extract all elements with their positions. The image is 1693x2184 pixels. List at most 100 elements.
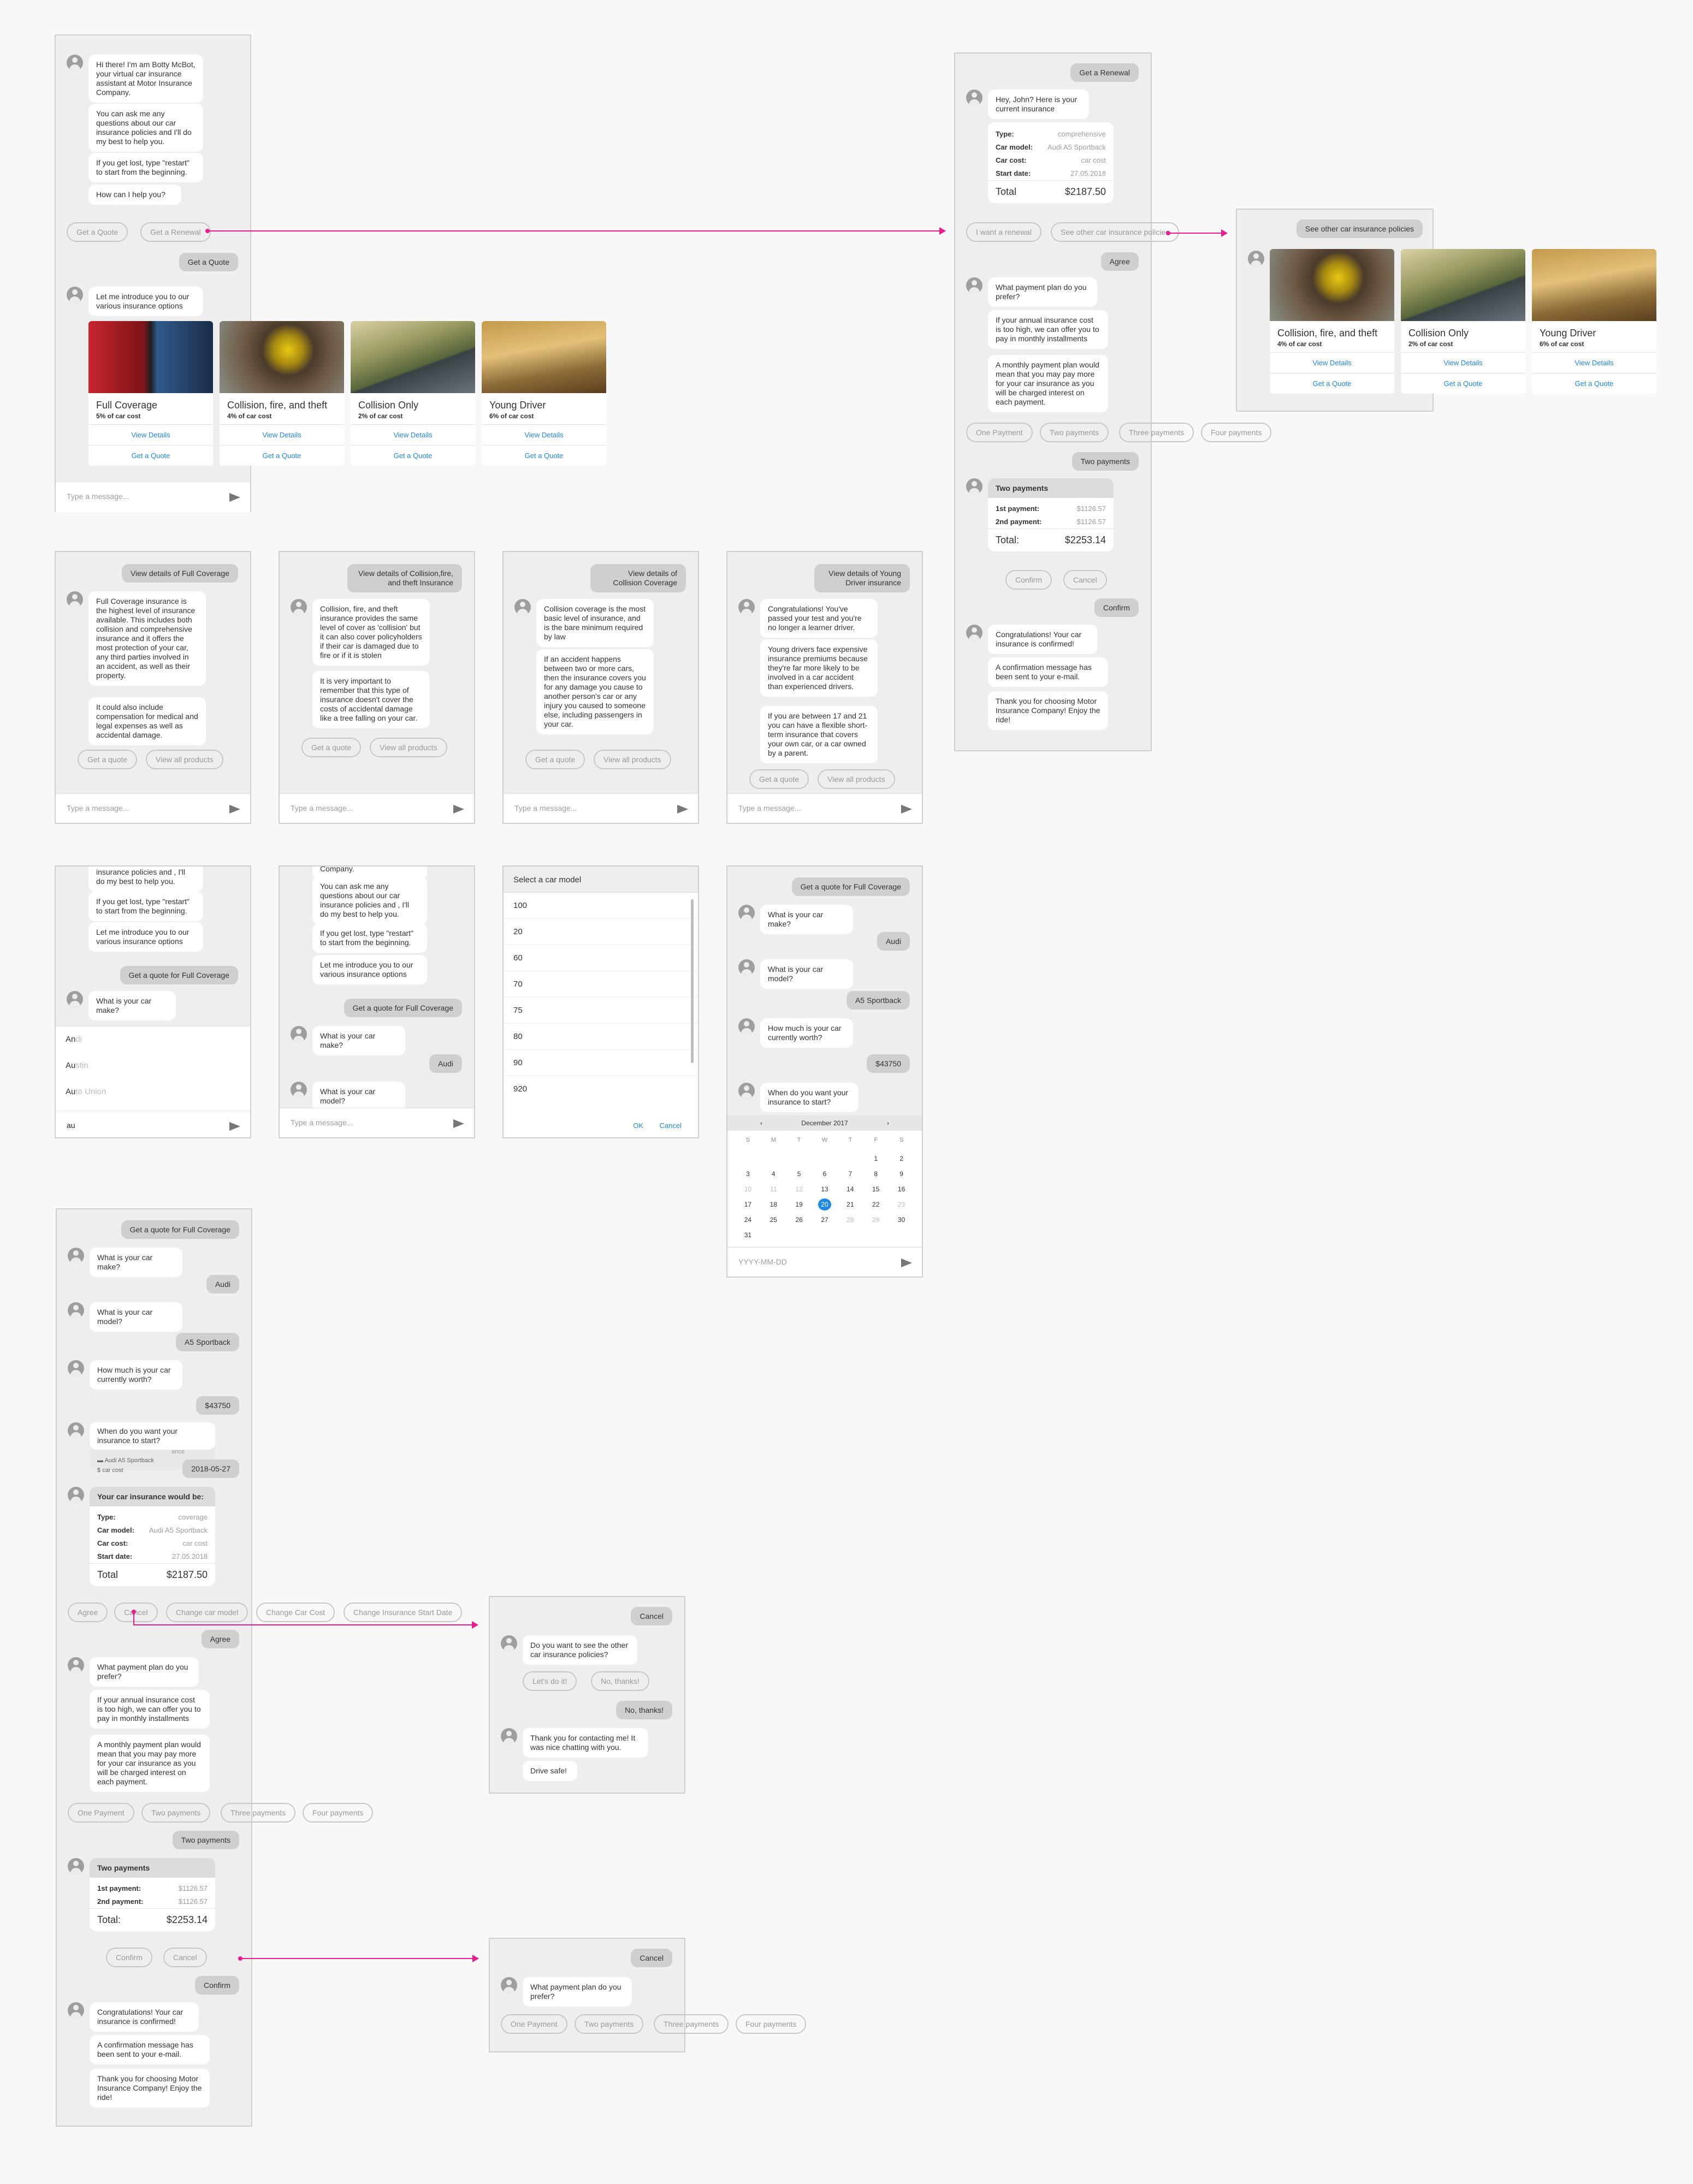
calendar-day[interactable]: 1 bbox=[863, 1153, 889, 1165]
ok-button[interactable]: OK bbox=[633, 1121, 643, 1130]
view-details-button[interactable]: View Details bbox=[220, 424, 344, 445]
plan-chip[interactable]: One Payment bbox=[501, 2014, 567, 2034]
calendar-day[interactable]: 16 bbox=[889, 1183, 914, 1195]
calendar-day[interactable]: 9 bbox=[889, 1168, 914, 1180]
plan-chip[interactable]: Two payments bbox=[1040, 423, 1109, 442]
calendar-day[interactable]: 21 bbox=[837, 1198, 863, 1210]
view-all-products-chip[interactable]: View all products bbox=[594, 750, 671, 769]
lets-do-it-chip[interactable]: Let's do it! bbox=[523, 1671, 577, 1691]
calendar-day[interactable]: 26 bbox=[786, 1214, 812, 1226]
calendar-day[interactable]: 7 bbox=[837, 1168, 863, 1180]
calendar-day[interactable]: 17 bbox=[735, 1198, 761, 1210]
send-icon[interactable] bbox=[901, 1259, 912, 1267]
message-input-bar[interactable]: Type a message... bbox=[280, 793, 474, 823]
view-all-products-chip[interactable]: View all products bbox=[370, 738, 447, 757]
view-details-button[interactable]: View Details bbox=[1270, 352, 1394, 373]
calendar-day[interactable]: 19 bbox=[786, 1198, 812, 1210]
model-option[interactable]: 20 bbox=[504, 919, 698, 945]
get-quote-button[interactable]: Get a Quote bbox=[482, 445, 606, 466]
calendar-day[interactable]: 22 bbox=[863, 1198, 889, 1210]
cancel-chip[interactable]: Cancel bbox=[1063, 570, 1107, 590]
change-car-cost-chip[interactable]: Change Car Cost bbox=[256, 1603, 335, 1622]
message-input-bar[interactable]: au bbox=[56, 1111, 250, 1137]
change-start-date-chip[interactable]: Change Insurance Start Date bbox=[344, 1603, 463, 1622]
no-thanks-chip[interactable]: No, thanks! bbox=[591, 1671, 649, 1691]
view-details-button[interactable]: View Details bbox=[1532, 352, 1656, 373]
plan-chip[interactable]: Three payments bbox=[221, 1803, 296, 1823]
model-option[interactable]: 920 bbox=[504, 1076, 698, 1101]
send-icon[interactable] bbox=[453, 805, 464, 814]
message-input[interactable]: Type a message... bbox=[67, 492, 129, 501]
message-input-bar[interactable]: Type a message... bbox=[727, 793, 922, 823]
prev-month-icon[interactable]: ‹ bbox=[760, 1115, 762, 1131]
send-icon[interactable] bbox=[229, 493, 240, 502]
agree-chip[interactable]: Agree bbox=[68, 1603, 108, 1622]
get-quote-chip[interactable]: Get a quote bbox=[78, 750, 138, 769]
calendar-day[interactable]: 12 bbox=[786, 1183, 812, 1195]
next-month-icon[interactable]: › bbox=[887, 1115, 889, 1131]
get-quote-chip[interactable]: Get a quote bbox=[749, 769, 809, 789]
view-details-button[interactable]: View Details bbox=[88, 424, 213, 445]
suggestion-item[interactable]: Andi bbox=[56, 1026, 250, 1053]
plan-chip[interactable]: One Payment bbox=[68, 1803, 134, 1823]
message-input[interactable]: Type a message... bbox=[514, 804, 577, 812]
calendar-day[interactable]: 23 bbox=[889, 1198, 914, 1210]
calendar-day[interactable]: 6 bbox=[812, 1168, 838, 1180]
send-icon[interactable] bbox=[229, 805, 240, 814]
renewal-chip[interactable]: I want a renewal bbox=[966, 222, 1041, 242]
calendar-day[interactable]: 28 bbox=[837, 1214, 863, 1226]
message-input-bar[interactable]: Type a message... bbox=[280, 1108, 474, 1137]
plan-chip[interactable]: Three payments bbox=[654, 2014, 729, 2034]
plan-chip[interactable]: Four payments bbox=[303, 1803, 374, 1823]
calendar-day[interactable]: 24 bbox=[735, 1214, 761, 1226]
plan-chip[interactable]: Four payments bbox=[1201, 423, 1272, 442]
get-quote-button[interactable]: Get a Quote bbox=[1532, 373, 1656, 394]
calendar-day[interactable]: 31 bbox=[735, 1229, 761, 1241]
calendar-day[interactable]: 13 bbox=[812, 1183, 838, 1195]
message-input-bar[interactable]: Type a message... bbox=[504, 793, 698, 823]
plan-chip[interactable]: Four payments bbox=[736, 2014, 807, 2034]
get-quote-button[interactable]: Get a Quote bbox=[220, 445, 344, 466]
get-quote-chip[interactable]: Get a quote bbox=[301, 738, 362, 757]
plan-chip[interactable]: Three payments bbox=[1119, 423, 1194, 442]
plan-chip[interactable]: One Payment bbox=[966, 423, 1033, 442]
get-quote-button[interactable]: Get a Quote bbox=[88, 445, 213, 466]
calendar-day[interactable]: 30 bbox=[889, 1214, 914, 1226]
calendar-day[interactable]: 29 bbox=[863, 1214, 889, 1226]
calendar-day[interactable]: 4 bbox=[761, 1168, 786, 1180]
cancel-button[interactable]: Cancel bbox=[660, 1121, 682, 1130]
date-input-bar[interactable]: YYYY-MM-DD bbox=[727, 1247, 922, 1277]
get-renewal-chip[interactable]: Get a Renewal bbox=[140, 222, 211, 242]
model-option[interactable]: 100 bbox=[504, 893, 698, 919]
model-option[interactable]: 70 bbox=[504, 971, 698, 998]
model-option[interactable]: 90 bbox=[504, 1050, 698, 1076]
model-option[interactable]: 80 bbox=[504, 1024, 698, 1050]
send-icon[interactable] bbox=[229, 1122, 240, 1131]
confirm-chip[interactable]: Confirm bbox=[1005, 570, 1052, 590]
calendar-day[interactable]: 15 bbox=[863, 1183, 889, 1195]
view-details-button[interactable]: View Details bbox=[482, 424, 606, 445]
view-details-button[interactable]: View Details bbox=[1401, 352, 1525, 373]
calendar-day[interactable]: 14 bbox=[837, 1183, 863, 1195]
calendar-day[interactable]: 25 bbox=[761, 1214, 786, 1226]
get-quote-chip[interactable]: Get a Quote bbox=[67, 222, 128, 242]
calendar-day[interactable]: 2 bbox=[889, 1153, 914, 1165]
calendar-day[interactable]: 8 bbox=[863, 1168, 889, 1180]
date-input[interactable]: YYYY-MM-DD bbox=[738, 1257, 787, 1266]
view-all-products-chip[interactable]: View all products bbox=[146, 750, 223, 769]
get-quote-button[interactable]: Get a Quote bbox=[1401, 373, 1525, 394]
calendar-day[interactable]: 27 bbox=[812, 1214, 838, 1226]
message-input[interactable]: Type a message... bbox=[67, 804, 129, 812]
scrollbar[interactable] bbox=[691, 899, 694, 1063]
calendar-day[interactable]: 11 bbox=[761, 1183, 786, 1195]
view-all-products-chip[interactable]: View all products bbox=[818, 769, 895, 789]
message-input-bar[interactable]: Type a message... bbox=[56, 482, 250, 512]
message-input[interactable]: Type a message... bbox=[738, 804, 801, 812]
model-option[interactable]: 75 bbox=[504, 998, 698, 1024]
see-other-policies-chip[interactable]: See other car insurance policies bbox=[1051, 222, 1180, 242]
message-input[interactable]: Type a message... bbox=[291, 804, 353, 812]
calendar-day[interactable]: 20 bbox=[818, 1198, 831, 1210]
get-quote-button[interactable]: Get a Quote bbox=[1270, 373, 1394, 394]
plan-chip[interactable]: Two payments bbox=[575, 2014, 644, 2034]
suggestion-item[interactable]: Auto Union bbox=[56, 1079, 250, 1105]
